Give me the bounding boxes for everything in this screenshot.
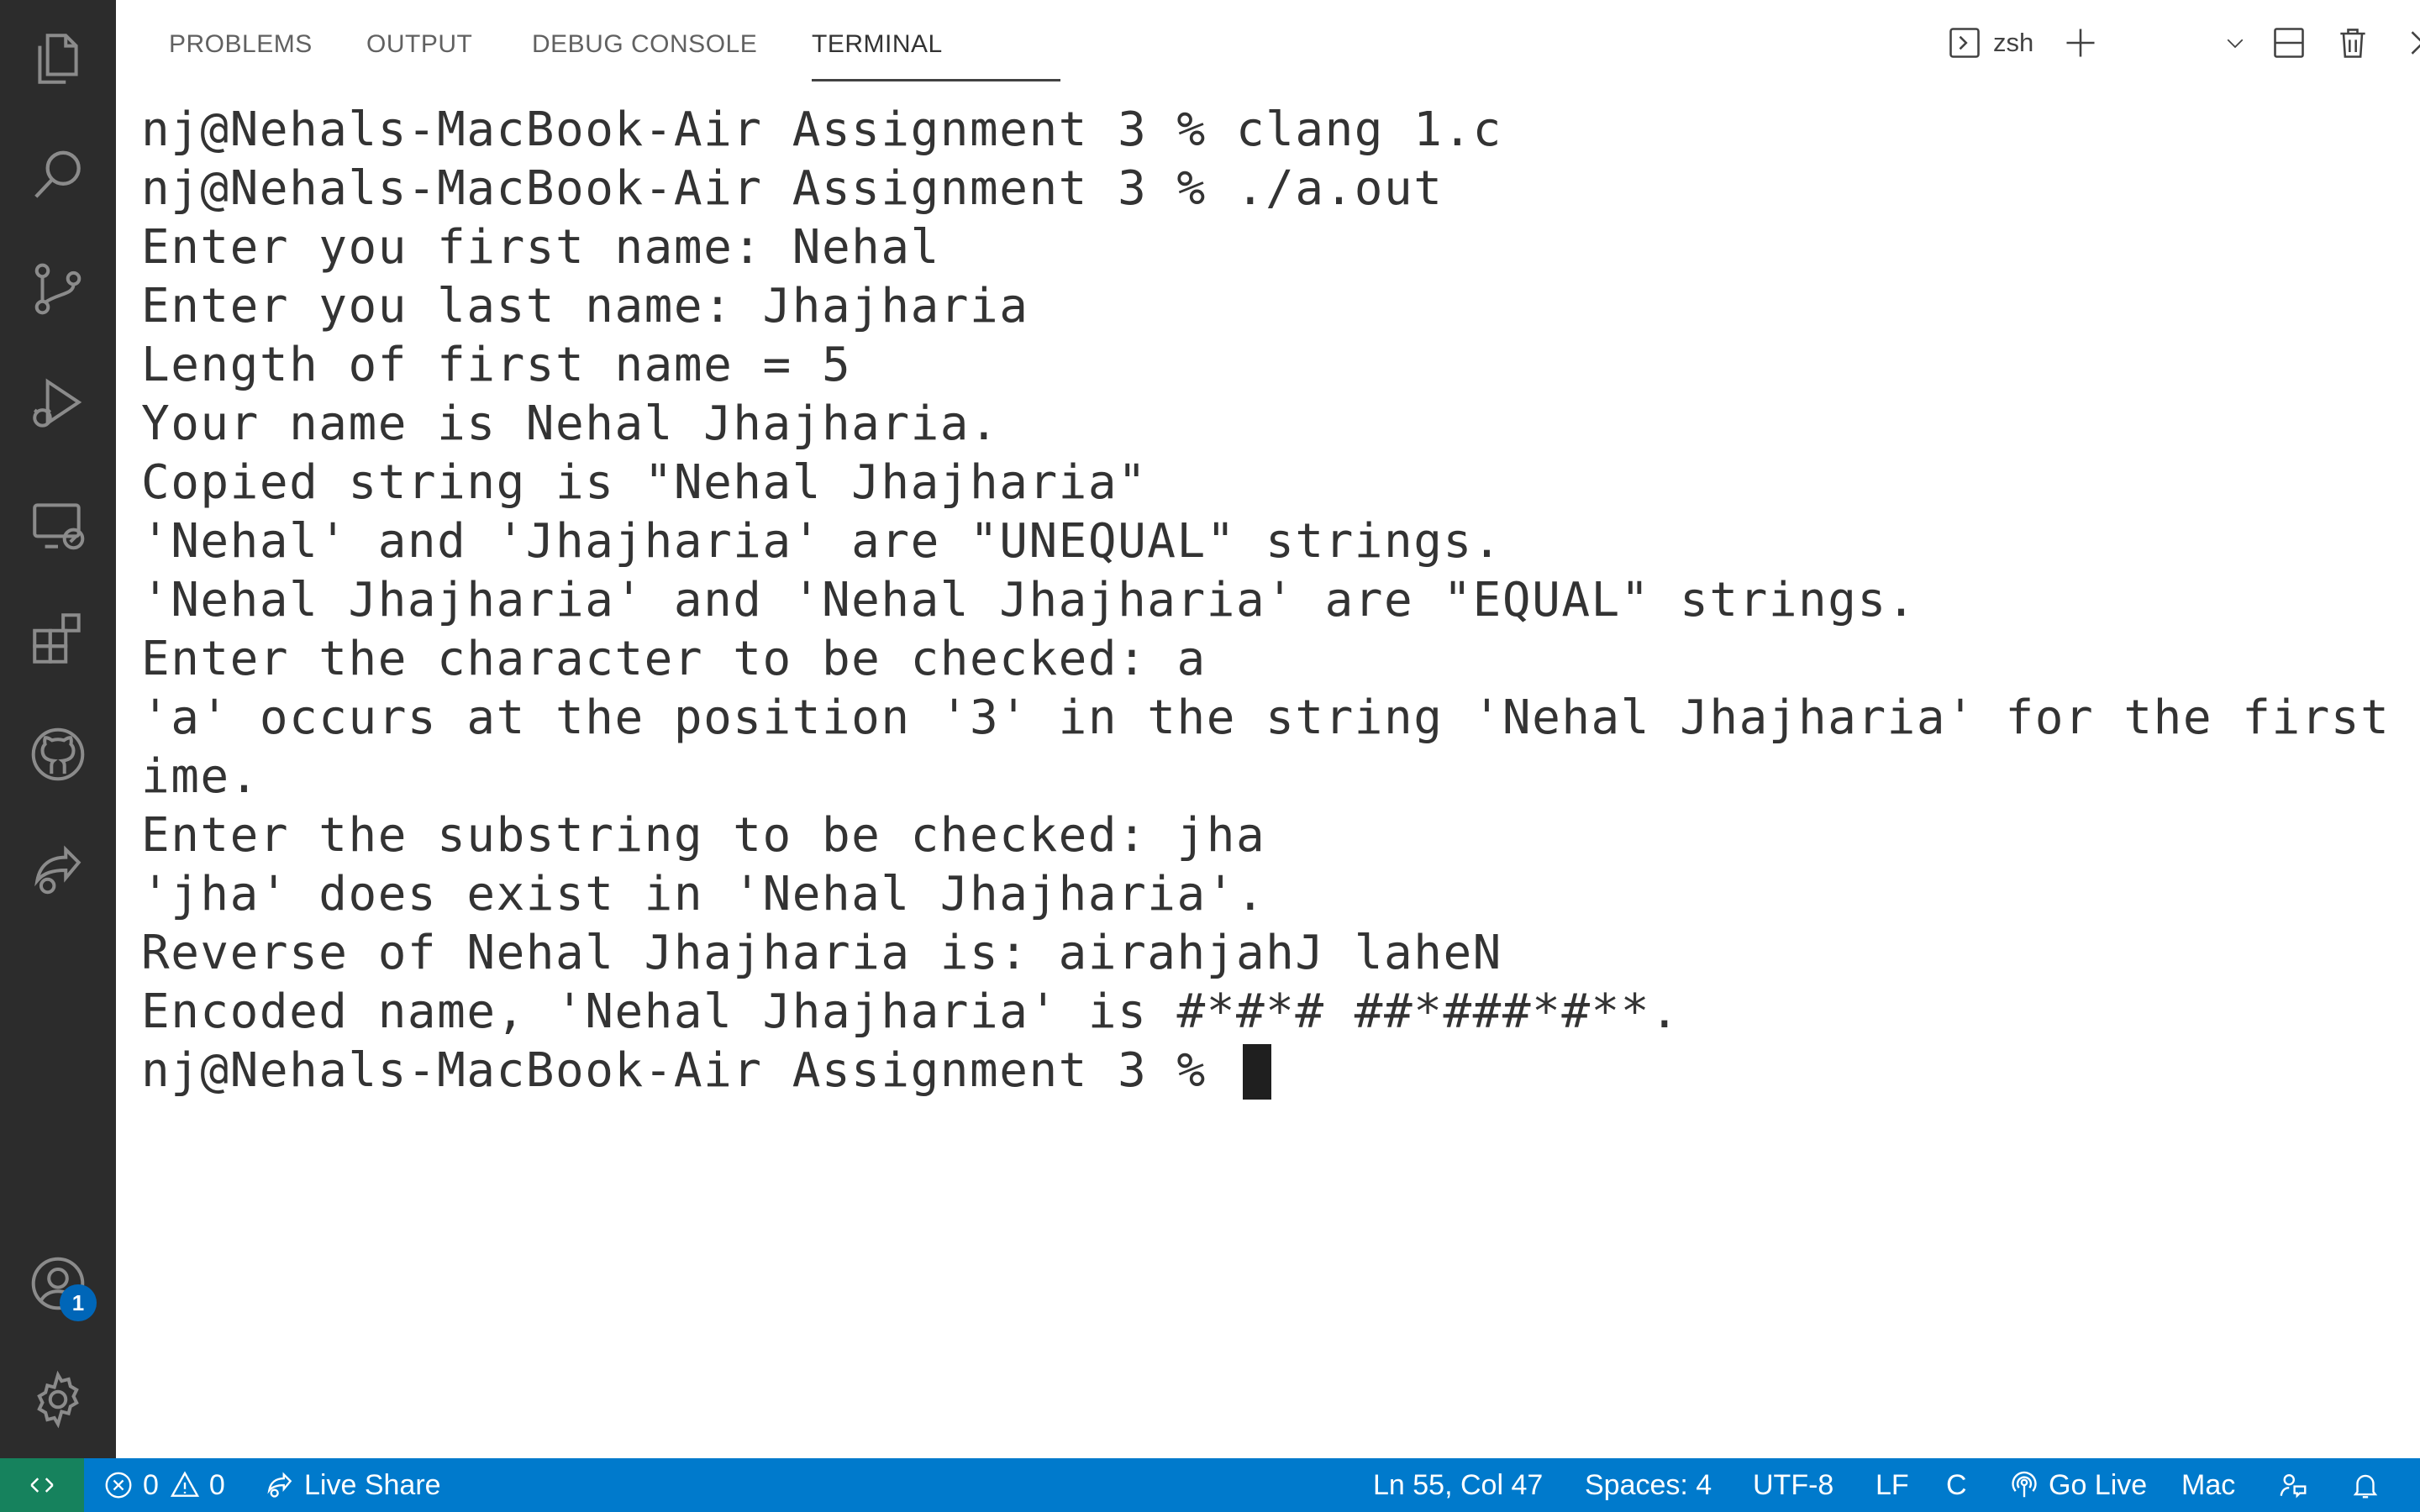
- chevron-down-icon[interactable]: [2217, 18, 2254, 67]
- feedback-button[interactable]: [2277, 1458, 2309, 1512]
- live-share-icon[interactable]: [0, 815, 116, 926]
- maximize-panel-button[interactable]: [2398, 18, 2420, 67]
- remote-indicator[interactable]: [0, 1458, 84, 1512]
- accounts-icon[interactable]: [0, 1228, 116, 1339]
- panel-header: PROBLEMS OUTPUT DEBUG CONSOLE TERMINAL z…: [116, 0, 2420, 87]
- split-terminal-button[interactable]: [2270, 18, 2307, 67]
- shell-label: zsh: [1993, 28, 2034, 57]
- active-tab-indicator: [812, 79, 1060, 81]
- terminal-prompt: nj@Nehals-MacBook-Air Assignment 3 %: [141, 1043, 1236, 1098]
- terminal-prompt-line[interactable]: nj@Nehals-MacBook-Air Assignment 3 %: [141, 1042, 2410, 1100]
- status-bar: 0 0 Live Share Ln 55, Col 47 Spaces: 4 U…: [0, 1458, 2420, 1512]
- keymap-status[interactable]: Mac: [2181, 1458, 2235, 1512]
- activity-bar: 1: [0, 0, 116, 1458]
- extensions-icon[interactable]: [0, 583, 116, 694]
- terminal-line: Enter you last name: Jhajharia: [141, 279, 1029, 333]
- terminal-line: 'a' occurs at the position '3' in the st…: [141, 690, 2420, 745]
- tab-terminal[interactable]: TERMINAL: [812, 25, 943, 64]
- chevron-right-icon: [2411, 31, 2420, 55]
- remote-icon: [30, 1478, 54, 1493]
- terminal-shell-selector[interactable]: zsh: [1946, 18, 2033, 67]
- plus-icon: [2066, 29, 2095, 57]
- notifications-button[interactable]: [2349, 1458, 2381, 1512]
- terminal-line: 'Nehal Jhajharia' and 'Nehal Jhajharia' …: [141, 573, 1917, 627]
- run-debug-icon[interactable]: [0, 349, 116, 460]
- warning-count: 0: [208, 1468, 225, 1501]
- terminal-line: ime.: [141, 749, 260, 804]
- go-live-label: Go Live: [2049, 1468, 2148, 1501]
- terminal-line: Enter you first name: Nehal: [141, 220, 940, 275]
- remote-explorer-icon[interactable]: [0, 470, 116, 581]
- tab-problems[interactable]: PROBLEMS: [169, 25, 313, 64]
- gear-icon[interactable]: [0, 1344, 116, 1455]
- trash-icon: [2340, 29, 2365, 58]
- accounts-badge: 1: [60, 1284, 97, 1321]
- error-icon: [105, 1472, 132, 1499]
- encoding-status[interactable]: UTF-8: [1753, 1458, 1833, 1512]
- terminal-line: nj@Nehals-MacBook-Air Assignment 3 % ./a…: [141, 161, 1444, 216]
- warning-icon: [170, 1471, 199, 1497]
- feedback-icon: [2280, 1473, 2307, 1499]
- terminal-line: Enter the substring to be checked: jha: [141, 808, 1266, 863]
- split-icon: [2274, 28, 2304, 58]
- new-terminal-button[interactable]: [2062, 18, 2099, 67]
- go-live-button[interactable]: Go Live: [2008, 1458, 2147, 1512]
- problems-status[interactable]: 0 0: [103, 1458, 225, 1512]
- github-icon[interactable]: [0, 699, 116, 810]
- live-share-status[interactable]: Live Share: [264, 1458, 441, 1512]
- kill-terminal-button[interactable]: [2334, 18, 2371, 67]
- terminal-line: Length of first name = 5: [141, 338, 852, 392]
- indentation-status[interactable]: Spaces: 4: [1585, 1458, 1712, 1512]
- live-share-label: Live Share: [304, 1468, 441, 1501]
- terminal-icon: [1949, 28, 1980, 58]
- eol-status[interactable]: LF: [1876, 1458, 1909, 1512]
- bell-icon: [2353, 1474, 2378, 1499]
- terminal-line: nj@Nehals-MacBook-Air Assignment 3 % cla…: [141, 102, 1502, 157]
- terminal-line: Your name is Nehal Jhajharia.: [141, 396, 1000, 451]
- cursor-position[interactable]: Ln 55, Col 47: [1373, 1458, 1543, 1512]
- terminal-line: Reverse of Nehal Jhajharia is: airahjahJ…: [141, 926, 1502, 980]
- broadcast-icon: [2012, 1471, 2037, 1498]
- search-icon[interactable]: [0, 119, 116, 230]
- terminal-output[interactable]: nj@Nehals-MacBook-Air Assignment 3 % cla…: [141, 101, 2420, 1445]
- tab-debug-console[interactable]: DEBUG CONSOLE: [532, 25, 757, 64]
- terminal-line: Enter the character to be checked: a: [141, 632, 1207, 686]
- terminal-line: Encoded name, 'Nehal Jhajharia' is #*#*#…: [141, 984, 1681, 1039]
- tab-output[interactable]: OUTPUT: [366, 25, 472, 64]
- terminal-line: 'Nehal' and 'Jhajharia' are "UNEQUAL" st…: [141, 514, 1502, 569]
- source-control-icon[interactable]: [0, 234, 116, 344]
- terminal-cursor: [1242, 1043, 1271, 1100]
- language-mode[interactable]: C: [1946, 1458, 1967, 1512]
- live-share-icon: [267, 1472, 292, 1498]
- terminal-line: Copied string is "Nehal Jhajharia": [141, 455, 1148, 510]
- terminal-line: 'jha' does exist in 'Nehal Jhajharia'.: [141, 867, 1266, 921]
- explorer-icon[interactable]: [0, 3, 116, 114]
- error-count: 0: [143, 1468, 159, 1501]
